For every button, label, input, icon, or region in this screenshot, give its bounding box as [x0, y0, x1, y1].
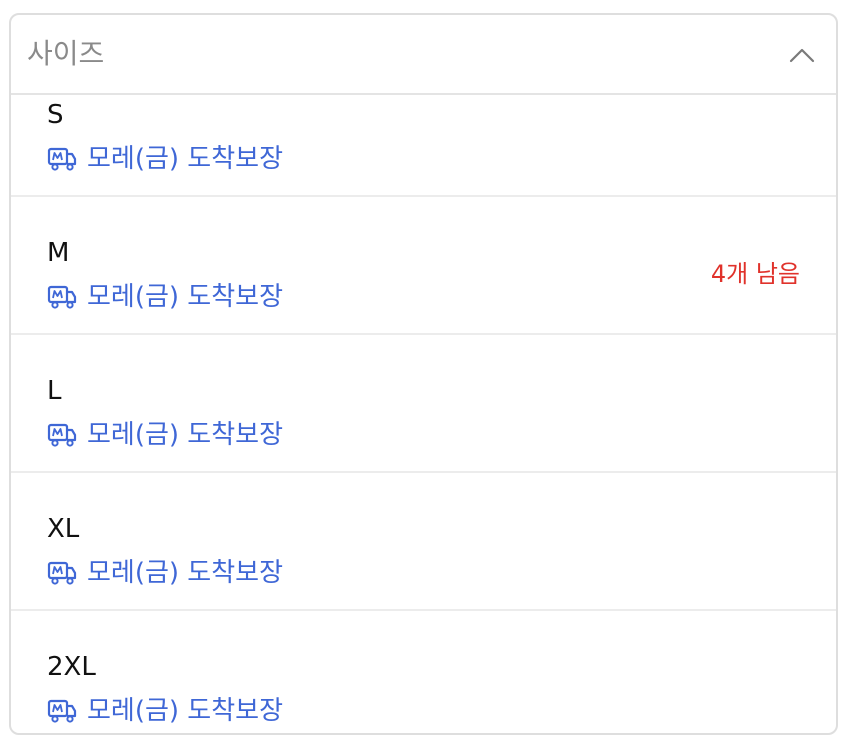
delivery-truck-icon — [47, 285, 77, 309]
delivery-truck-icon — [47, 423, 77, 447]
shipping-text: 모레(금) 도착보장 — [87, 282, 283, 312]
shipping-text: 모레(금) 도착보장 — [87, 558, 283, 588]
size-option-2xl[interactable]: 2XL 모레(금) 도착보장 — [11, 611, 836, 733]
shipping-text: 모레(금) 도착보장 — [87, 696, 283, 726]
delivery-truck-icon — [47, 147, 77, 171]
shipping-text: 모레(금) 도착보장 — [87, 144, 283, 174]
size-dropdown-header[interactable]: 사이즈 — [11, 15, 836, 95]
shipping-guarantee: 모레(금) 도착보장 — [47, 557, 283, 589]
size-label: 2XL — [47, 652, 96, 682]
shipping-text: 모레(금) 도착보장 — [87, 420, 283, 450]
shipping-guarantee: 모레(금) 도착보장 — [47, 419, 283, 451]
size-option-xl[interactable]: XL 모레(금) 도착보장 — [11, 473, 836, 611]
size-dropdown: 사이즈 S 모레(금) 도착보장 M 모레(금) 도착보장 4개 남음 L 모레… — [9, 13, 838, 735]
shipping-guarantee: 모레(금) 도착보장 — [47, 143, 283, 175]
size-label: XL — [47, 514, 80, 544]
dropdown-label: 사이즈 — [27, 37, 105, 70]
size-label: M — [47, 238, 70, 268]
size-option-m[interactable]: M 모레(금) 도착보장 4개 남음 — [11, 197, 836, 335]
low-stock-badge: 4개 남음 — [710, 260, 800, 288]
chevron-up-icon[interactable] — [788, 41, 816, 69]
shipping-guarantee: 모레(금) 도착보장 — [47, 281, 283, 313]
shipping-guarantee: 모레(금) 도착보장 — [47, 695, 283, 727]
delivery-truck-icon — [47, 699, 77, 723]
size-option-l[interactable]: L 모레(금) 도착보장 — [11, 335, 836, 473]
size-option-s[interactable]: S 모레(금) 도착보장 — [11, 95, 836, 197]
size-label: L — [47, 376, 62, 406]
size-label: S — [47, 100, 64, 130]
size-option-list: S 모레(금) 도착보장 M 모레(금) 도착보장 4개 남음 L 모레(금) … — [11, 95, 836, 733]
delivery-truck-icon — [47, 561, 77, 585]
